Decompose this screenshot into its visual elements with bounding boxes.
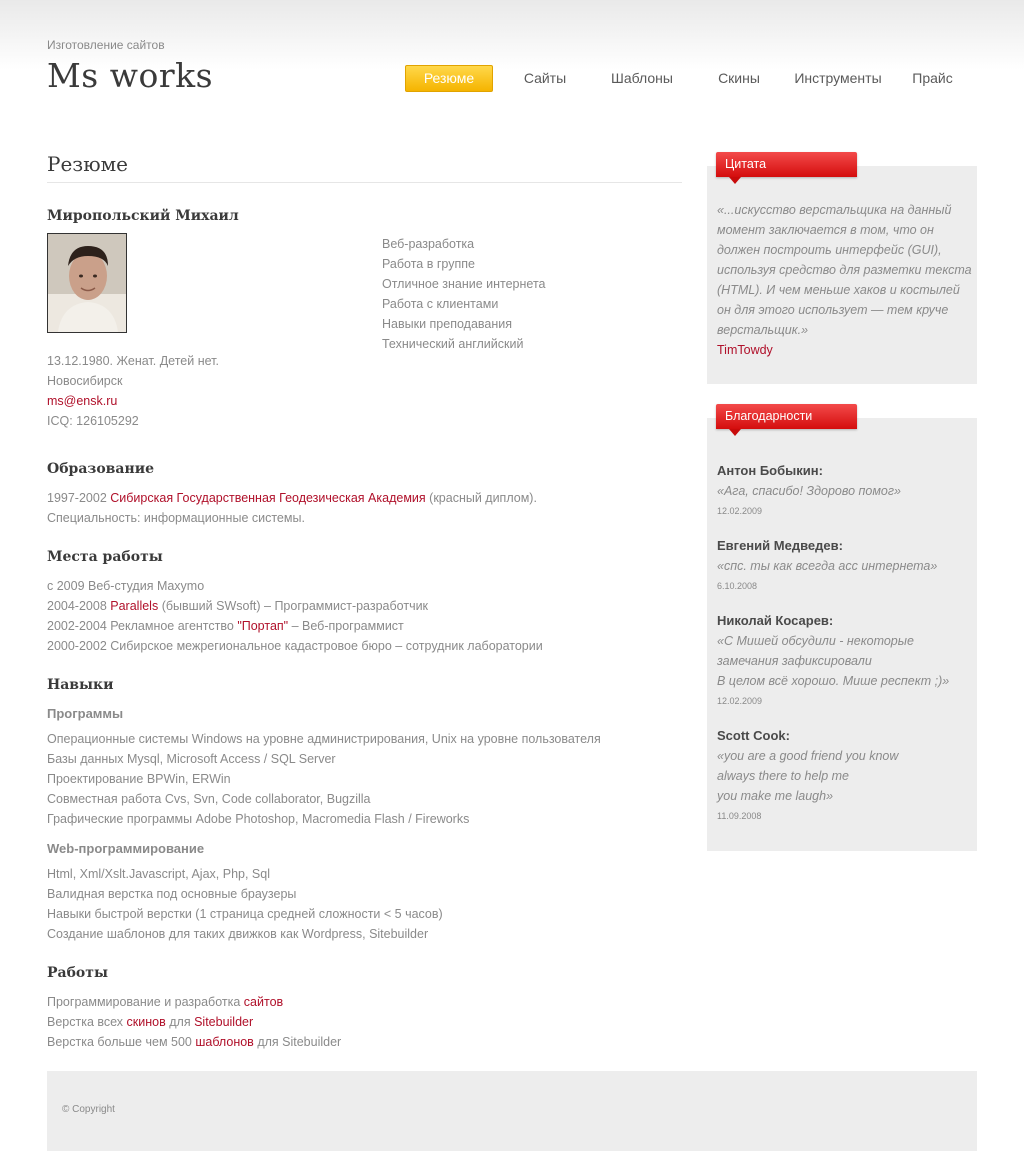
thanks-author: Евгений Медведев: [717, 538, 843, 553]
work-heading: Места работы [47, 549, 163, 565]
thanks-text: «you are a good friend you know always t… [717, 749, 899, 803]
work-line: с 2009 Веб-студия Maxymo [47, 579, 205, 593]
email-link[interactable]: ms@ensk.ru [47, 394, 117, 408]
works-heading: Работы [47, 965, 108, 981]
list-item: Отличное знание интернета [382, 277, 546, 291]
works-text: Верстка больше чем 500 [47, 1035, 192, 1049]
thanks-author: Николай Косарев: [717, 613, 834, 628]
thanks-item: Антон Бобыкин: «Ага, спасибо! Здорово по… [717, 461, 972, 521]
list-item: Совместная работа Cvs, Svn, Code collabo… [47, 792, 371, 806]
thanks-date: 6.10.2008 [717, 581, 758, 591]
nav-item-sites[interactable]: Сайты [515, 65, 575, 91]
thanks-text: «С Мишей обсудили - некоторые замечания … [717, 634, 950, 688]
work-description: (бывший SWsoft) – Программист-разработчи… [161, 599, 429, 613]
works-text: для [169, 1015, 191, 1029]
nav-item-tools[interactable]: Инструменты [786, 65, 890, 91]
quote-author-link[interactable]: TimTowdy [717, 343, 773, 357]
quote-text: «...искусство верстальщика на данный мом… [717, 203, 972, 337]
education-section: Образование 1997-2002 Сибирская Государс… [47, 460, 537, 528]
education-heading: Образование [47, 461, 155, 477]
web-heading: Web-программирование [47, 841, 205, 856]
education-specialty: Специальность: информационные системы. [47, 511, 305, 525]
thanks-item: Евгений Медведев: «спс. ты как всегда ас… [717, 536, 972, 596]
sites-link[interactable]: сайтов [244, 995, 283, 1009]
list-item: Валидная верстка под основные браузеры [47, 887, 297, 901]
skins-link[interactable]: скинов [127, 1015, 166, 1029]
works-text: Верстка всех [47, 1015, 124, 1029]
work-line: 2000-2002 Сибирское межрегиональное када… [47, 639, 543, 653]
works-text: Программирование и разработка [47, 995, 241, 1009]
list-item: Навыки быстрой верстки (1 страница средн… [47, 907, 443, 921]
templates-link[interactable]: шаблонов [195, 1035, 253, 1049]
thanks-text: «спс. ты как всегда асс интернета» [717, 559, 938, 573]
thanks-date: 12.02.2009 [717, 506, 763, 516]
thanks-date: 11.09.2008 [717, 811, 762, 821]
works-text: для Sitebuilder [257, 1035, 342, 1049]
thanks-box: Антон Бобыкин: «Ага, спасибо! Здорово по… [707, 418, 977, 851]
main-nav: Резюме Сайты Шаблоны Скины Инструменты П… [0, 65, 1024, 92]
education-years: 1997-2002 [47, 491, 107, 505]
person-name: Миропольский Михаил [47, 208, 239, 224]
work-section: Места работы с 2009 Веб-студия Maxymo 20… [47, 548, 543, 656]
quote-ribbon: Цитата [716, 152, 857, 177]
list-item: Проектирование BPWin, ERWin [47, 772, 231, 786]
person-block: Миропольский Михаил 13.12.1980. Женат. Д… [47, 183, 682, 428]
footer: © Copyright [47, 1071, 977, 1151]
list-item: Операционные системы Windows на уровне а… [47, 732, 601, 746]
nav-item-resume[interactable]: Резюме [405, 65, 493, 92]
thanks-ribbon: Благодарности [716, 404, 857, 429]
list-item: Технический английский [382, 337, 524, 351]
portap-link[interactable]: "Портап" [237, 619, 288, 633]
birth-info: 13.12.1980. Женат. Детей нет. [47, 354, 219, 368]
soft-skills-list: Веб-разработка Работа в группе Отличное … [382, 234, 546, 354]
academy-link[interactable]: Сибирская Государственная Геодезическая … [110, 491, 425, 505]
skills-section: Навыки Программы Операционные системы Wi… [47, 676, 601, 944]
work-description: – Веб-программист [291, 619, 404, 633]
list-item: Работа с клиентами [382, 297, 499, 311]
list-item: Веб-разработка [382, 237, 475, 251]
page-title: Резюме [47, 140, 682, 183]
site-tagline: Изготовление сайтов [47, 38, 165, 52]
parallels-link[interactable]: Parallels [110, 599, 158, 613]
city-info: Новосибирск [47, 374, 123, 388]
list-item: Создание шаблонов для таких движков как … [47, 927, 429, 941]
nav-item-templates[interactable]: Шаблоны [603, 65, 681, 91]
education-diploma: (красный диплом). [429, 491, 537, 505]
main-content: Резюме Миропольский Михаил 13.12.1980. Ж… [47, 140, 682, 1049]
quote-box: «...искусство верстальщика на данный мом… [707, 166, 977, 384]
personal-info: 13.12.1980. Женат. Детей нет. Новосибирс… [47, 351, 219, 431]
thanks-item: Scott Cook: «you are a good friend you k… [717, 726, 972, 826]
list-item: Html, Xml/Xslt.Javascript, Ajax, Php, Sq… [47, 867, 270, 881]
sitebuilder-link[interactable]: Sitebuilder [194, 1015, 253, 1029]
ribbon-tail-icon [729, 429, 741, 436]
skills-heading: Навыки [47, 677, 114, 693]
programs-heading: Программы [47, 706, 124, 721]
work-years: 2004-2008 [47, 599, 107, 613]
works-section: Работы Программирование и разработка сай… [47, 964, 341, 1052]
work-text: 2002-2004 Рекламное агентство [47, 619, 234, 633]
list-item: Базы данных Mysql, Microsoft Access / SQ… [47, 752, 336, 766]
thanks-author: Scott Cook: [717, 728, 790, 743]
nav-item-price[interactable]: Прайс [905, 65, 960, 91]
copyright-text: © Copyright [62, 1104, 115, 1115]
thanks-item: Николай Косарев: «С Мишей обсудили - нек… [717, 611, 972, 711]
list-item: Графические программы Adobe Photoshop, M… [47, 812, 470, 826]
thanks-author: Антон Бобыкин: [717, 463, 823, 478]
thanks-date: 12.02.2009 [717, 696, 763, 706]
icq-info: ICQ: 126105292 [47, 414, 139, 428]
thanks-text: «Ага, спасибо! Здорово помог» [717, 484, 902, 498]
list-item: Навыки преподавания [382, 317, 512, 331]
nav-item-skins[interactable]: Скины [709, 65, 769, 91]
list-item: Работа в группе [382, 257, 475, 271]
profile-photo [47, 233, 127, 333]
ribbon-tail-icon [729, 177, 741, 184]
